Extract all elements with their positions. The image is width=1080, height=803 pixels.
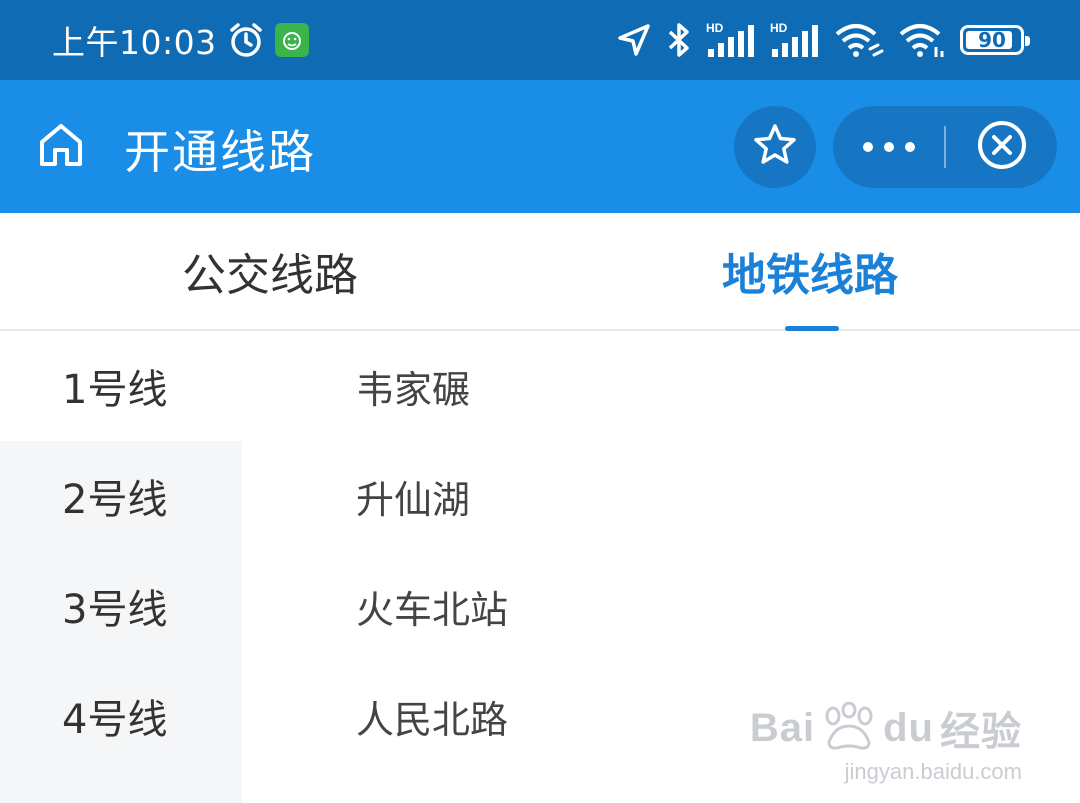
battery-icon: 90 — [960, 25, 1030, 55]
star-icon — [752, 122, 798, 172]
watermark-site: jingyan.baidu.com — [844, 759, 1022, 784]
title-bar: 开通线路 — [0, 80, 1080, 213]
more-button[interactable] — [833, 106, 944, 188]
bluetooth-icon — [666, 21, 692, 59]
signal2-label: HD — [770, 21, 788, 35]
alarm-icon — [227, 21, 265, 59]
status-left: 上午10:03 — [52, 16, 309, 64]
line-item-4[interactable]: 4号线 — [0, 661, 242, 771]
location-icon — [616, 22, 652, 58]
watermark-logo: Bai du 经验 — [750, 699, 1022, 757]
favorite-button[interactable] — [734, 106, 816, 188]
home-button[interactable] — [36, 122, 86, 172]
status-right: HD HD 90 — [616, 21, 1030, 59]
page-title: 开通线路 — [124, 125, 316, 179]
cellular-signal-2-icon: HD — [770, 21, 820, 59]
tab-bus-lines-label: 公交线路 — [182, 250, 358, 301]
wifi-icon — [898, 21, 946, 59]
wifi-link-icon — [834, 21, 884, 59]
close-icon — [976, 119, 1028, 175]
metro-line-sidebar: 1号线 2号线 3号线 4号线 — [0, 331, 242, 803]
watermark-brand: Bai — [749, 705, 816, 750]
more-icon — [862, 138, 916, 157]
signal1-label: HD — [706, 21, 724, 35]
app-notification-icon — [274, 23, 309, 57]
status-bar: 上午10:03 HD HD 90 — [0, 0, 1080, 80]
paw-icon — [821, 701, 877, 754]
home-icon — [36, 120, 86, 174]
mini-program-capsule — [833, 106, 1057, 188]
baidu-jingyan-watermark: Bai du 经验 jingyan.baidu.com — [750, 699, 1022, 785]
station-item[interactable]: 韦家碾 — [242, 331, 1080, 441]
line-item-2[interactable]: 2号线 — [0, 441, 242, 551]
watermark-brand-suffix: du — [883, 705, 934, 750]
station-item[interactable]: 火车北站 — [242, 551, 1080, 661]
tab-metro-lines[interactable]: 地铁线路 — [540, 213, 1080, 331]
route-type-tabs: 公交线路 地铁线路 — [0, 213, 1080, 331]
line-item-3[interactable]: 3号线 — [0, 551, 242, 661]
station-item[interactable]: 升仙湖 — [242, 441, 1080, 551]
watermark-product: 经验 — [940, 710, 1022, 754]
cellular-signal-1-icon: HD — [706, 21, 756, 59]
tab-bus-lines[interactable]: 公交线路 — [0, 213, 540, 329]
tab-metro-lines-label: 地铁线路 — [722, 250, 898, 301]
status-time: 上午10:03 — [52, 23, 217, 62]
battery-level: 90 — [978, 28, 1006, 52]
close-button[interactable] — [946, 106, 1057, 188]
line-item-1[interactable]: 1号线 — [0, 331, 242, 441]
